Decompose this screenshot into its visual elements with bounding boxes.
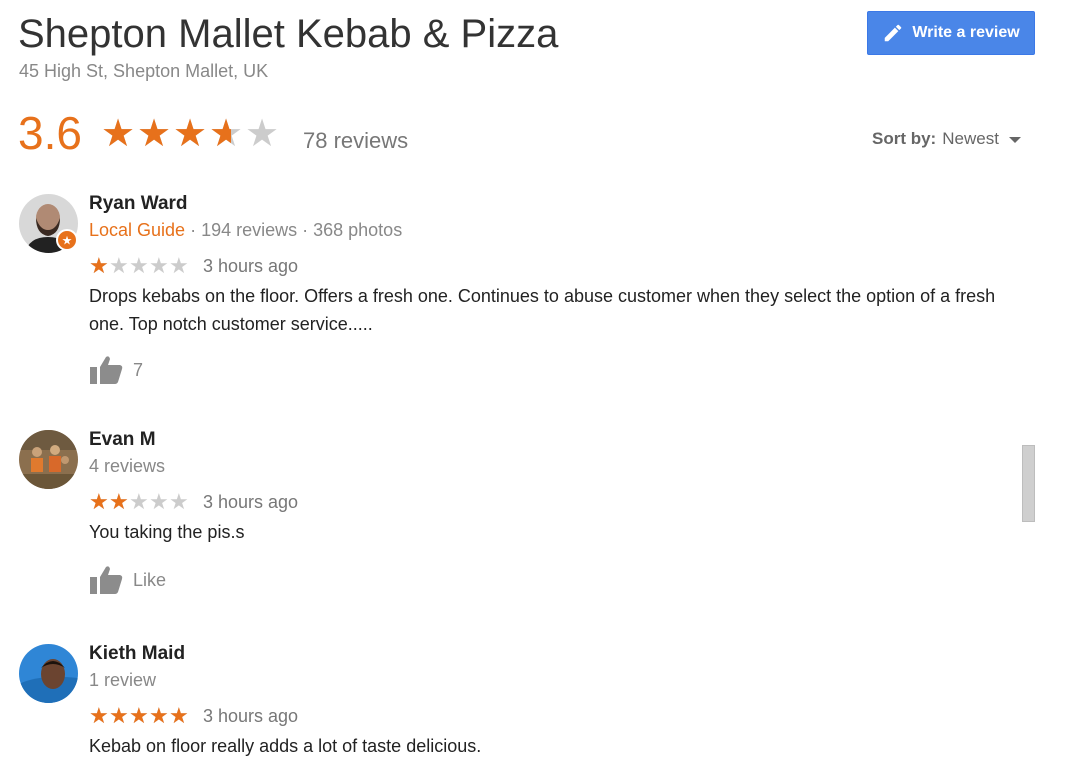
reviewer-name[interactable]: Evan M xyxy=(89,428,156,452)
scrollbar-thumb[interactable] xyxy=(1022,445,1035,522)
pencil-icon xyxy=(885,24,902,42)
star-icon: ★★ xyxy=(209,113,244,155)
star-icon: ★★ xyxy=(89,489,109,514)
reviewer-meta: Local Guide · 194 reviews · 368 photos xyxy=(89,218,402,242)
review-time: 3 hours ago xyxy=(203,706,299,726)
review-text: Kebab on floor really adds a lot of tast… xyxy=(89,736,482,756)
like-button[interactable]: 7 xyxy=(89,354,143,386)
star-icon: ★★ xyxy=(89,703,109,728)
star-icon: ★★ xyxy=(129,703,149,728)
write-review-button[interactable]: Write a review xyxy=(867,11,1035,55)
review-count[interactable]: 78 reviews xyxy=(303,127,408,155)
reviewer-stats: 1 review xyxy=(89,670,157,690)
svg-text:★: ★ xyxy=(62,234,73,248)
thumbs-up-icon xyxy=(90,356,123,384)
star-icon: ★★ xyxy=(149,253,169,278)
local-guide-label[interactable]: Local Guide xyxy=(89,220,185,240)
reviewer-name[interactable]: Ryan Ward xyxy=(89,192,188,216)
average-rating-stars: ★★★★★★★★★★ xyxy=(101,114,281,154)
like-label: Like xyxy=(133,569,167,590)
star-icon: ★★ xyxy=(89,253,109,278)
review-stars: ★★★★★★★★★★ xyxy=(89,704,189,728)
sort-dropdown[interactable]: Sort by: Newest xyxy=(872,129,1021,149)
star-icon: ★★ xyxy=(109,253,129,278)
local-guide-badge-icon: ★ xyxy=(56,229,78,251)
place-address: 45 High St, Shepton Mallet, UK xyxy=(19,61,269,81)
thumbs-up-icon xyxy=(90,566,123,594)
reviewer-stats: · 194 reviews · 368 photos xyxy=(185,220,403,240)
star-icon: ★★ xyxy=(169,489,189,514)
avatar[interactable] xyxy=(19,644,78,703)
page-title: Shepton Mallet Kebab & Pizza xyxy=(18,12,559,56)
star-icon: ★★ xyxy=(149,703,169,728)
star-icon: ★★ xyxy=(129,253,149,278)
reviewer-stats: 4 reviews xyxy=(89,456,166,476)
star-icon: ★★ xyxy=(137,113,172,155)
review-time: 3 hours ago xyxy=(203,492,299,512)
like-count: 7 xyxy=(133,359,144,380)
star-icon: ★★ xyxy=(173,113,208,155)
star-icon: ★★ xyxy=(129,489,149,514)
review-stars: ★★★★★★★★★★ xyxy=(89,490,189,514)
star-icon: ★★ xyxy=(245,113,280,155)
review-text: Drops kebabs on the floor. Offers a fres… xyxy=(89,286,996,334)
star-icon: ★★ xyxy=(169,253,189,278)
avatar[interactable] xyxy=(19,430,78,489)
star-icon: ★★ xyxy=(149,489,169,514)
average-rating: 3.6 xyxy=(18,107,82,159)
review-time: 3 hours ago xyxy=(203,256,299,276)
caret-down-icon xyxy=(1008,137,1021,143)
like-button[interactable]: Like xyxy=(89,564,166,596)
star-icon: ★★ xyxy=(169,703,189,728)
sort-value: Newest xyxy=(942,129,999,148)
reviewer-name[interactable]: Kieth Maid xyxy=(89,642,185,666)
write-review-label: Write a review xyxy=(912,24,1020,41)
star-icon: ★★ xyxy=(109,703,129,728)
review-stars: ★★★★★★★★★★ xyxy=(89,254,189,278)
sort-label: Sort by: xyxy=(872,129,937,148)
star-icon: ★★ xyxy=(101,113,136,155)
review-text: You taking the pis.s xyxy=(89,522,245,542)
star-icon: ★★ xyxy=(109,489,129,514)
